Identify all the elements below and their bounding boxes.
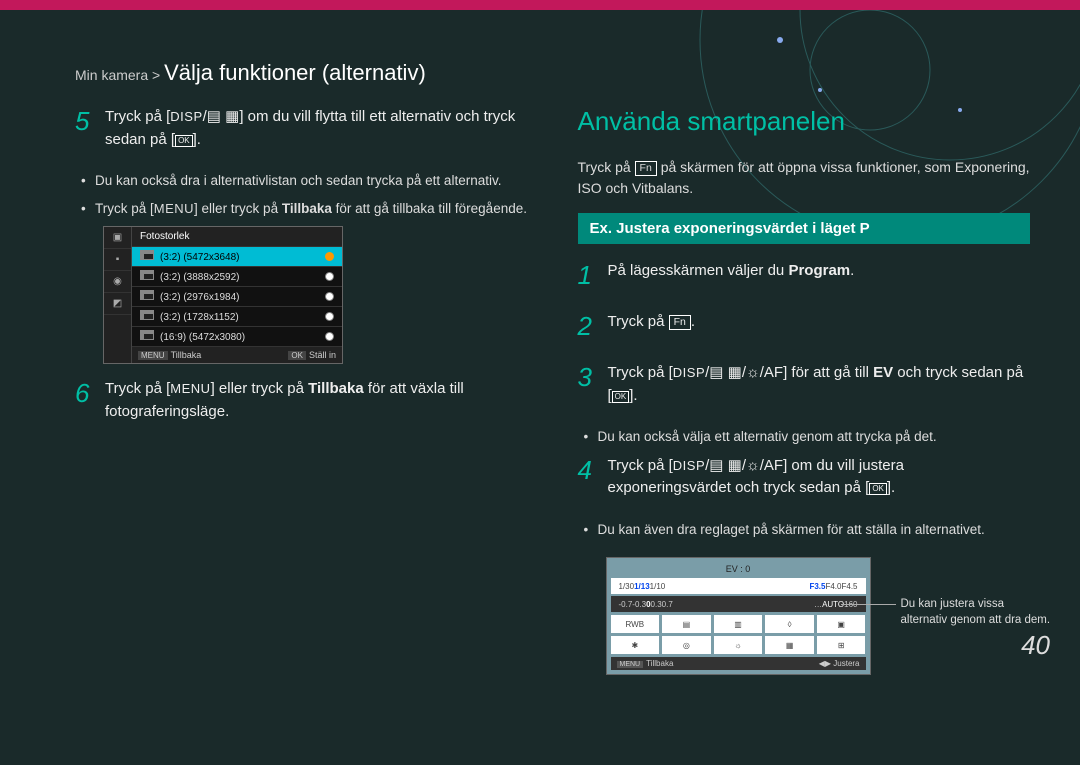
panel-cell: RWB [611, 615, 660, 633]
panel-cell: ▤ [662, 615, 711, 633]
breadcrumb-title: Välja funktioner (alternativ) [164, 60, 426, 85]
panel-cell: ☼ [714, 636, 763, 654]
step-number: 6 [75, 378, 93, 423]
step-number: 5 [75, 106, 93, 151]
step-1: 1 På lägesskärmen väljer du Program. [578, 260, 1031, 291]
side-tab-icon: ▪ [104, 249, 131, 271]
menu-footer: MENUTillbaka OKStäll in [132, 347, 342, 363]
step-3: 3 Tryck på [DISP/▤ ▦/☼/AF] för att gå ti… [578, 362, 1031, 407]
fn-key: Fn [635, 161, 657, 176]
breadcrumb: Min kamera > Välja funktioner (alternati… [0, 10, 1080, 106]
ev-label: EV : 0 [611, 564, 866, 574]
callout-text: Du kan justera vissa alternativ genom at… [901, 597, 1051, 628]
panel-cell: ▦ [765, 636, 814, 654]
section-title: Använda smartpanelen [578, 106, 1031, 137]
panel-footer: MENUTillbaka ◀▶ Justera [611, 657, 866, 670]
right-column: Använda smartpanelen Tryck på Fn på skär… [578, 106, 1031, 675]
page-number: 40 [1021, 630, 1050, 661]
panel-cell: ⊞ [817, 636, 866, 654]
top-accent-bar [0, 0, 1080, 10]
bullet: Du kan också välja ett alternativ genom … [598, 427, 1031, 447]
step-5: 5 Tryck på [DISP/▤ ▦] om du vill ﬂytta t… [75, 106, 528, 151]
fn-key: Fn [669, 315, 691, 330]
step-6: 6 Tryck på [MENU] eller tryck på Tillbak… [75, 378, 528, 423]
step-body: Tryck på [MENU] eller tryck på Tillbaka … [105, 378, 528, 423]
list-item: (16:9) (5472x3080) [132, 327, 342, 347]
side-tab-icon: ◩ [104, 293, 131, 315]
panel-cell: ▣ [817, 615, 866, 633]
callout-line [841, 604, 896, 605]
step-4: 4 Tryck på [DISP/▤ ▦/☼/AF] om du vill ju… [578, 455, 1031, 500]
bullet: Du kan även dra reglaget på skärmen för … [598, 520, 1031, 540]
list-item: (3:2) (5472x3648) [132, 247, 342, 267]
panel-cell: ◎ [662, 636, 711, 654]
list-item: (3:2) (2976x1984) [132, 287, 342, 307]
list-item: (3:2) (1728x1152) [132, 307, 342, 327]
panel-cell: ◊ [765, 615, 814, 633]
example-heading: Ex. Justera exponeringsvärdet i läget P [578, 213, 1031, 244]
section-intro: Tryck på Fn på skärmen för att öppna vis… [578, 157, 1031, 199]
left-column: 5 Tryck på [DISP/▤ ▦] om du vill ﬂytta t… [75, 106, 528, 675]
shutter-aperture-strip: 1/30 1/13 1/10 F3.5 F4.0 F4.5 [611, 578, 866, 594]
photo-size-menu-screenshot: ▣ ▪ ◉ ◩ Fotostorlek (3:2) (5472x3648) (3… [103, 226, 343, 364]
step-body: Tryck på [DISP/▤ ▦] om du vill ﬂytta til… [105, 106, 528, 151]
smartpanel-screenshot: EV : 0 1/30 1/13 1/10 F3.5 F4.0 F4.5 -0.… [606, 557, 871, 675]
disp-key: DISP [170, 107, 202, 127]
list-item: (3:2) (3888x2592) [132, 267, 342, 287]
bullet: Du kan också dra i alternativlistan och … [95, 171, 528, 191]
panel-cell: ✱ [611, 636, 660, 654]
bullet: Tryck på [MENU] eller tryck på Tillbaka … [95, 199, 528, 219]
panel-cell: ▥ [714, 615, 763, 633]
side-tab-icon: ◉ [104, 271, 131, 293]
ok-key: OK [175, 135, 193, 147]
menu-header: Fotostorlek [132, 227, 342, 247]
ev-iso-strip: -0.7 -0.3 0 0.3 0.7 … AUTO 160 [611, 596, 866, 612]
breadcrumb-prefix: Min kamera > [75, 67, 160, 83]
side-tab-icon: ▣ [104, 227, 131, 249]
step-2: 2 Tryck på Fn. [578, 311, 1031, 342]
